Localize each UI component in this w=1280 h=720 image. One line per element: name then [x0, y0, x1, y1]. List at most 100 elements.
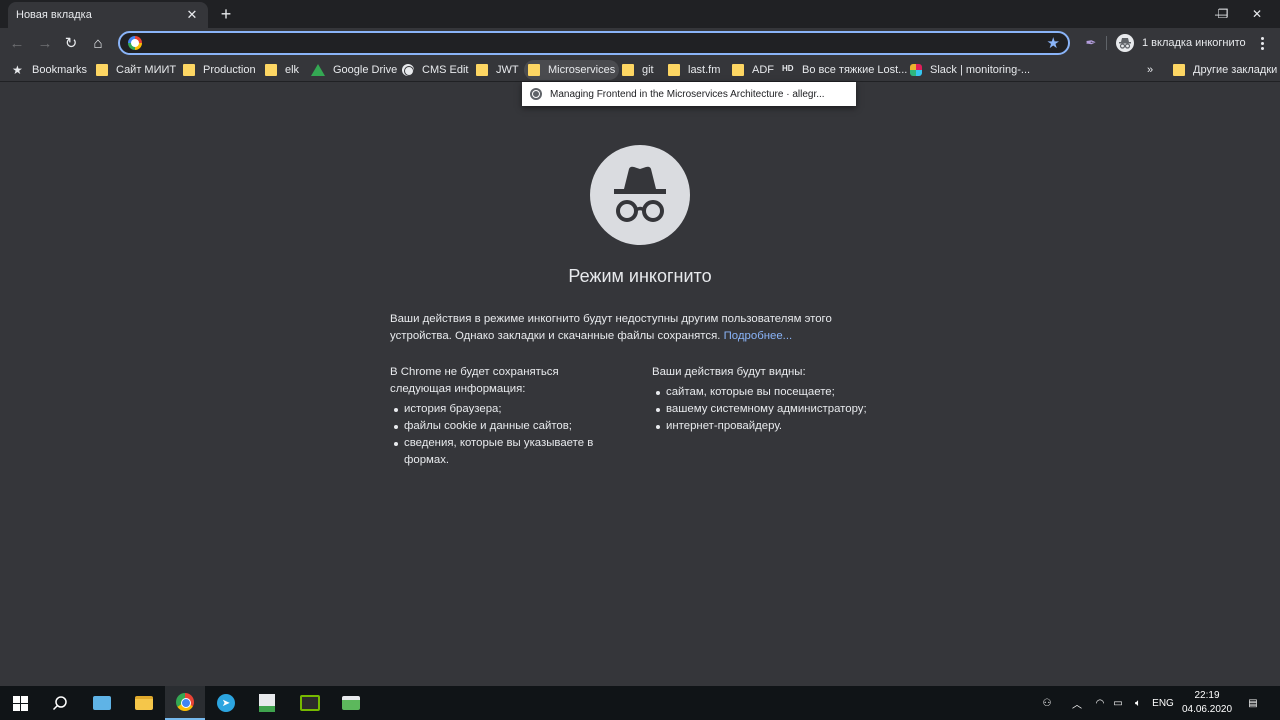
- bookmark-label: Во все тяжкие Lost...: [802, 64, 908, 76]
- clock-time: 22:19: [1194, 690, 1220, 701]
- list-item: интернет-провайдеру.: [652, 418, 892, 435]
- chart-app-icon: [259, 694, 275, 712]
- language-indicator[interactable]: ENG: [1150, 686, 1176, 720]
- bookmark-google-drive[interactable]: Google Drive: [307, 60, 401, 80]
- bookmark-folder-jwt[interactable]: JWT: [472, 60, 523, 80]
- taskbar-file-explorer[interactable]: [124, 686, 164, 720]
- folder-icon: [528, 64, 540, 76]
- slack-icon: [910, 64, 922, 76]
- list-item: история браузера;: [390, 401, 620, 418]
- bookmark-label: Microservices: [548, 64, 616, 76]
- bookmark-folder-git[interactable]: git: [618, 60, 658, 80]
- incognito-icon: [1116, 34, 1134, 52]
- globe-icon: [402, 64, 414, 76]
- not-saved-heading-line1: В Chrome не будет сохраняться: [390, 366, 559, 378]
- taskbar-control-panel[interactable]: [82, 686, 122, 720]
- not-saved-section: В Chrome не будет сохраняться следующая …: [390, 364, 620, 469]
- windows-icon: [12, 695, 28, 711]
- taskbar-app-terminal[interactable]: [331, 686, 371, 720]
- bookmark-star-icon[interactable]: ★: [1047, 34, 1060, 52]
- hd-icon: HD: [782, 64, 794, 73]
- restore-icon: ❐: [1217, 7, 1229, 21]
- notification-icon[interactable]: ▤: [1242, 686, 1264, 720]
- folder-icon: [622, 64, 634, 76]
- tab-close-icon[interactable]: ✕: [184, 7, 200, 23]
- bookmark-folder-lastfm[interactable]: last.fm: [664, 60, 724, 80]
- taskbar-app-green[interactable]: [247, 686, 287, 720]
- bookmark-folder-microservices[interactable]: Microservices: [524, 60, 620, 80]
- folder-icon: [183, 64, 195, 76]
- search-icon: [52, 696, 67, 711]
- bookmarks-overflow-button[interactable]: »: [1143, 60, 1157, 80]
- bookmark-folder-miit[interactable]: Сайт МИИТ: [92, 60, 180, 80]
- clock-date: 04.06.2020: [1181, 704, 1233, 715]
- dropdown-item[interactable]: Managing Frontend in the Microservices A…: [550, 89, 825, 100]
- incognito-count-label: 1 вкладка инкогнито: [1142, 37, 1246, 49]
- nvidia-icon: [300, 695, 320, 711]
- bookmark-label: elk: [285, 64, 300, 76]
- app-window-icon: [342, 696, 360, 710]
- arrow-right-icon: →: [37, 34, 53, 52]
- volume-icon[interactable]: 🔈︎: [1128, 686, 1148, 720]
- folder-icon: [96, 64, 108, 76]
- list-item: сайтам, которые вы посещаете;: [652, 384, 892, 401]
- bookmark-label: CMS Edit: [422, 64, 469, 76]
- extension-feather-icon[interactable]: ✒: [1082, 34, 1100, 52]
- address-input[interactable]: [150, 36, 1047, 50]
- google-drive-icon: [311, 64, 325, 76]
- toolbar-divider: [1106, 36, 1107, 50]
- tab-strip: Новая вкладка ✕ + — ❐ ✕: [0, 0, 1280, 28]
- folder-icon: [265, 64, 277, 76]
- bookmark-folder-dropdown: Managing Frontend in the Microservices A…: [522, 82, 856, 106]
- taskbar-nvidia[interactable]: [290, 686, 330, 720]
- taskbar: ➤ ⚇ ︿ ◠ ▭ 🔈︎ ENG 22:19 04.06.2020 ▤: [0, 686, 1280, 720]
- bookmark-folder-elk[interactable]: elk: [261, 60, 303, 80]
- bookmark-folder-adf[interactable]: ADF: [728, 60, 778, 80]
- learn-more-link[interactable]: Подробнее...: [724, 330, 793, 342]
- bookmark-label: Google Drive: [333, 64, 398, 76]
- list-item: файлы cookie и данные сайтов;: [390, 418, 620, 435]
- battery-icon[interactable]: ▭: [1108, 686, 1128, 720]
- tab-new-tab[interactable]: Новая вкладка ✕: [8, 2, 208, 28]
- taskbar-telegram[interactable]: ➤: [206, 686, 246, 720]
- clock[interactable]: 22:19 04.06.2020: [1176, 689, 1238, 717]
- home-button[interactable]: ⌂: [87, 32, 109, 54]
- taskbar-chrome[interactable]: [165, 686, 205, 720]
- bookmark-other[interactable]: Другие закладки: [1169, 60, 1280, 80]
- people-icon[interactable]: ⚇: [1036, 686, 1058, 720]
- incognito-indicator[interactable]: 1 вкладка инкогнито: [1116, 32, 1252, 54]
- bookmark-slack[interactable]: Slack | monitoring-...: [906, 60, 1034, 80]
- folder-icon: [668, 64, 680, 76]
- bookmark-label: git: [642, 64, 654, 76]
- bookmark-label: last.fm: [688, 64, 721, 76]
- search-button[interactable]: [40, 686, 80, 720]
- chrome-icon: [176, 693, 194, 711]
- wifi-icon[interactable]: ◠: [1090, 686, 1110, 720]
- chevron-double-right-icon: »: [1147, 64, 1154, 76]
- bookmark-bookmarks[interactable]: ★ Bookmarks: [8, 60, 91, 80]
- close-window-button[interactable]: ✕: [1234, 0, 1280, 28]
- close-icon: ✕: [1251, 7, 1263, 21]
- bookmark-breaking-bad[interactable]: HD Во все тяжкие Lost...: [778, 60, 911, 80]
- folder-icon: [135, 696, 153, 710]
- menu-icon[interactable]: [1254, 33, 1270, 53]
- back-button[interactable]: ←: [6, 32, 28, 54]
- folder-icon: [732, 64, 744, 76]
- incognito-icon: [590, 145, 690, 245]
- star-icon: ★: [12, 63, 23, 77]
- address-bar[interactable]: ★: [118, 31, 1070, 55]
- list-item: вашему системному администратору;: [652, 401, 892, 418]
- bookmark-cms-edit[interactable]: CMS Edit: [398, 60, 472, 80]
- arrow-left-icon: ←: [9, 34, 25, 52]
- forward-button[interactable]: →: [34, 32, 56, 54]
- folder-icon: [1173, 64, 1185, 76]
- chevron-up-icon[interactable]: ︿: [1066, 686, 1088, 720]
- start-button[interactable]: [0, 686, 40, 720]
- bookmark-label: Другие закладки: [1193, 64, 1278, 76]
- bookmark-folder-production[interactable]: Production: [179, 60, 260, 80]
- new-tab-button[interactable]: +: [216, 4, 236, 24]
- bookmark-label: JWT: [496, 64, 519, 76]
- not-saved-heading-line2: следующая информация:: [390, 383, 526, 395]
- bookmark-label: Сайт МИИТ: [116, 64, 177, 76]
- reload-button[interactable]: ↻: [60, 32, 82, 54]
